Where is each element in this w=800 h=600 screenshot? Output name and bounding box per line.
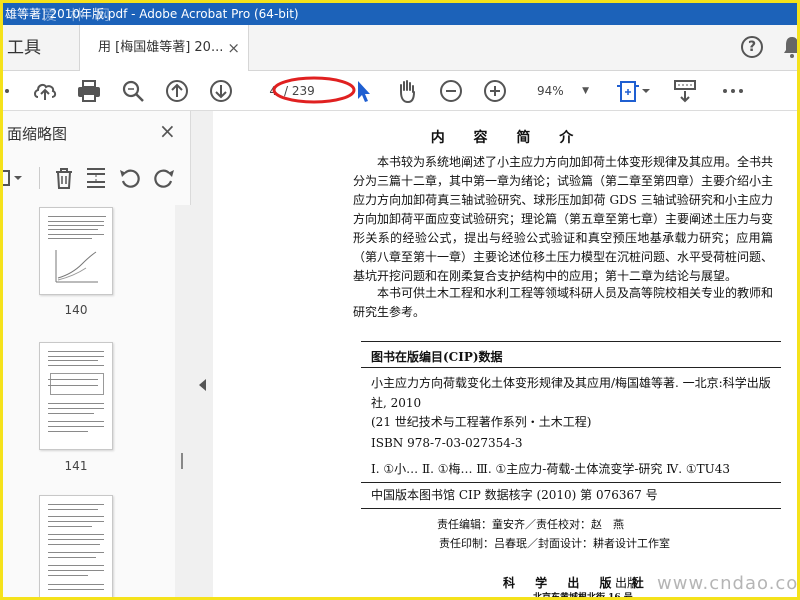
panel-close-icon[interactable]: × [159,119,176,143]
editors-line: 责任编辑：童安齐／责任校对：赵 燕 [437,518,624,531]
thumbnail-scrollbar[interactable] [175,205,191,597]
panel-title: 面缩略图 [7,125,68,143]
scroll-grip[interactable] [181,453,183,469]
doc-paragraph: 本书较为系统地阐述了小主应力方向加卸荷土体变形规律及其应用。全书共分为三篇十二章… [353,155,774,283]
doc-paragraph: 本书可供土木工程和水利工程等领域科研人员及高等院校相关专业的教师和研究生参考。 [353,286,774,319]
options-dropdown-icon[interactable] [3,165,25,191]
next-page-icon[interactable] [207,77,235,105]
divider [361,367,781,368]
cip-isbn: ISBN 978-7-03-027354-3 [371,436,523,450]
scrolling-mode-icon[interactable] [671,77,699,105]
collapse-left-arrow-icon[interactable] [199,379,206,391]
more-tools-icon[interactable] [719,77,747,105]
page-thumbnail[interactable] [39,495,113,597]
toolbar-divider [39,167,40,189]
zoom-in-icon[interactable] [481,77,509,105]
publisher-address: 北京东黄城根北街 16 号 [533,593,633,600]
divider [361,341,781,342]
page-thumbnail[interactable] [39,207,113,295]
more-left-icon[interactable] [3,77,23,105]
main-toolbar: 4 / 239 94% ▼ [3,71,797,111]
tab-tools[interactable]: 工具 [3,25,61,71]
previous-page-icon[interactable] [163,77,191,105]
cip-classes: Ⅰ. ①小… Ⅱ. ①梅… Ⅲ. ①主应力-荷载-土体流变学-研究 Ⅳ. ①TU… [371,462,730,476]
thumbnail-label: 141 [64,459,88,473]
notification-bell-icon[interactable] [781,35,797,59]
zoom-dropdown[interactable]: 94% ▼ [523,79,595,103]
highlight-ellipse [272,76,356,104]
panel-collapse-strip[interactable] [191,111,213,597]
chevron-down-icon: ▼ [582,86,589,96]
window-frame: 雄等著] 2010年版.pdf - Adobe Acrobat Pro (64-… [0,0,800,600]
help-icon[interactable]: ? [741,36,763,58]
rotate-right-icon[interactable] [151,165,177,191]
doc-heading: 内 容 简 介 [430,130,586,146]
tab-close-icon[interactable]: × [227,25,240,71]
document-viewport: 内 容 简 介 本书较为系统地阐述了小主应力方向加卸荷土体变形规律及其应用。全书… [213,111,797,600]
tab-document[interactable]: 用 [梅国雄等著] 20... × [79,25,249,71]
publisher-suffix: 出版 [615,576,640,590]
divider [361,482,781,483]
document-page: 内 容 简 介 本书较为系统地阐述了小主应力方向加卸荷土体变形规律及其应用。全书… [213,111,797,600]
cip-heading: 图书在版编目(CIP)数据 [371,350,503,364]
rotate-left-icon[interactable] [117,165,143,191]
editors-line: 责任印制：吕春珉／封面设计：耕者设计工作室 [439,537,670,550]
thumbnail-panel: 面缩略图 × 140 141 [3,111,191,597]
title-bar: 雄等著] 2010年版.pdf - Adobe Acrobat Pro (64-… [3,3,797,25]
zoom-search-icon[interactable] [119,77,147,105]
print-icon[interactable] [75,77,103,105]
watermark-top: 爱 林 网 [43,8,114,24]
zoom-value: 94% [537,84,564,98]
watermark-bottom: www.cndao.com [657,573,799,594]
extract-pages-icon[interactable] [83,165,109,191]
divider [361,508,781,509]
cip-series: (21 世纪技术与工程著作系列・土木工程) [371,415,592,429]
tab-document-label: 用 [梅国雄等著] 20... [98,40,224,55]
zoom-out-icon[interactable] [437,77,465,105]
tab-bar: 工具 用 [梅国雄等著] 20... × ? [3,25,797,71]
fit-page-icon[interactable] [617,77,653,105]
cloud-upload-icon[interactable] [31,77,59,105]
panel-toolbar [3,161,191,195]
hand-tool-icon[interactable] [393,77,421,105]
thumbnail-list: 140 141 [3,205,175,597]
cip-record: 中国版本图书馆 CIP 数据核字 (2010) 第 076367 号 [371,488,658,502]
page-thumbnail[interactable] [39,342,113,450]
thumbnail-label: 140 [64,303,88,317]
cip-title: 小主应力方向荷载变化土体变形规律及其应用/梅国雄等著. 一北京:科学出版社, 2… [371,376,771,410]
delete-trash-icon[interactable] [51,165,77,191]
